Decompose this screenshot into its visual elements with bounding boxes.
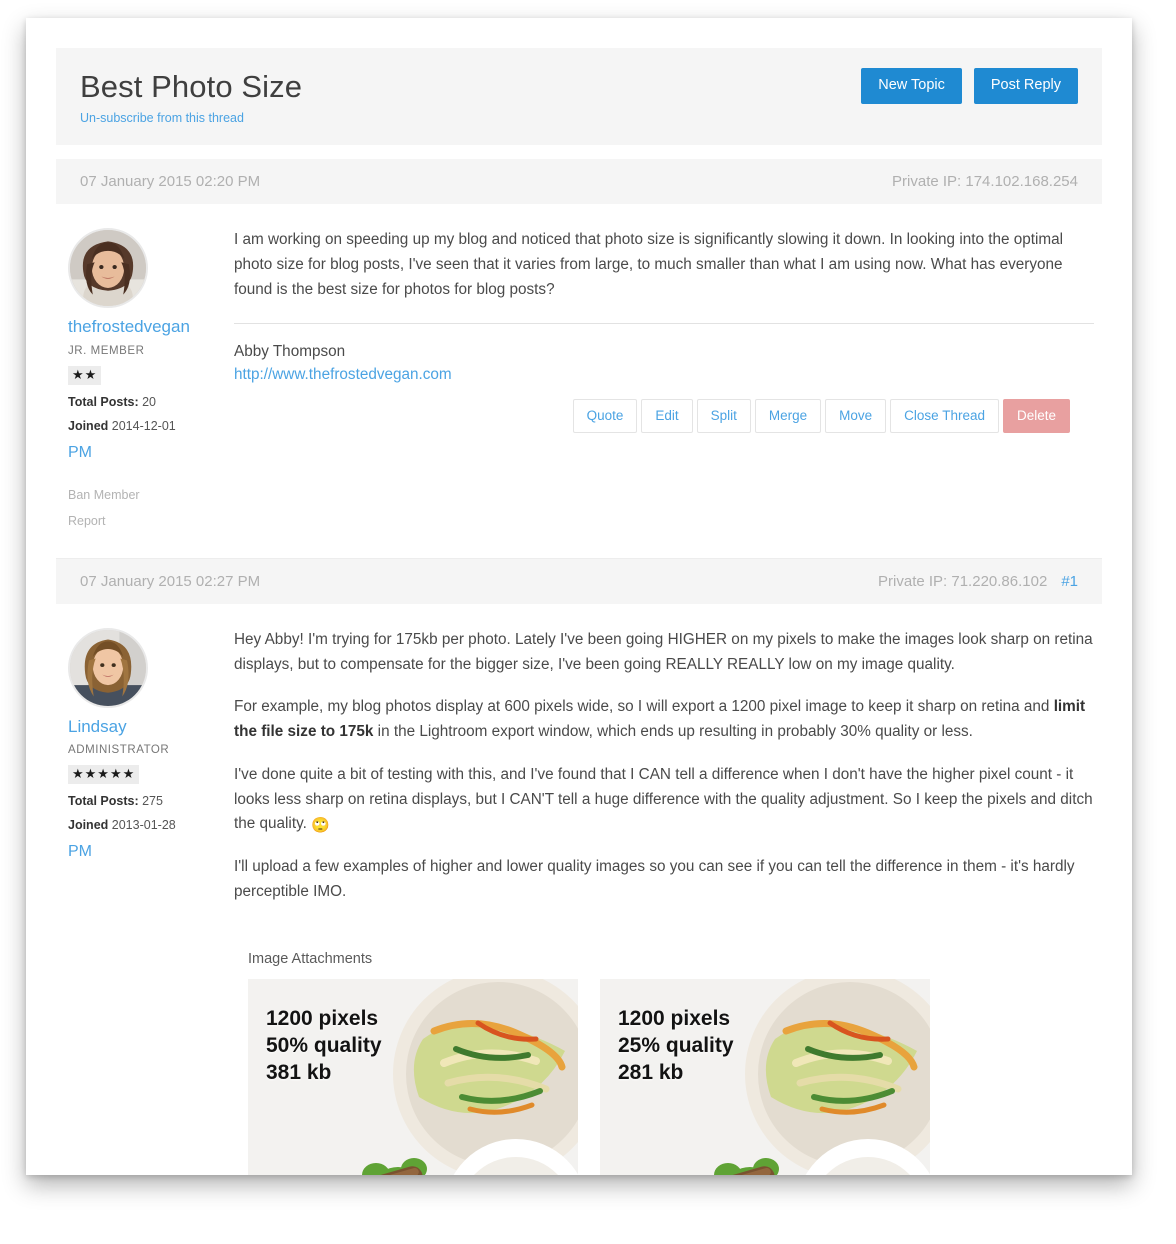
- merge-button[interactable]: Merge: [754, 399, 822, 434]
- quote-button[interactable]: Quote: [572, 399, 638, 434]
- split-button[interactable]: Split: [696, 399, 751, 434]
- avatar[interactable]: [68, 627, 148, 708]
- author-total-posts: Total Posts: 275: [68, 794, 226, 808]
- signature-name: Abby Thompson: [234, 342, 346, 360]
- unsubscribe-link[interactable]: Un-subscribe from this thread: [80, 111, 244, 125]
- joined-label: Joined: [68, 818, 109, 833]
- post-content: Hey Abby! I'm trying for 175kb per photo…: [226, 628, 1102, 1175]
- post-ip-address: Private IP: 71.220.86.102: [878, 572, 1048, 590]
- attachment-caption: 1200 pixels 25% quality 281 kb: [618, 1006, 734, 1085]
- post-paragraph: I've done quite a bit of testing with th…: [234, 763, 1094, 837]
- page-root: Best Photo Size Un-subscribe from this t…: [0, 0, 1176, 1244]
- total-posts-value: 20: [142, 394, 156, 409]
- post-paragraph: For example, my blog photos display at 6…: [234, 695, 1094, 745]
- delete-button[interactable]: Delete: [1002, 399, 1070, 434]
- image-attachments-label: Image Attachments: [248, 950, 373, 967]
- thread-header: Best Photo Size Un-subscribe from this t…: [56, 48, 1102, 146]
- rolling-eyes-emoji-icon: 🙄: [311, 817, 330, 835]
- post-timestamp: 07 January 2015 02:27 PM: [80, 572, 261, 590]
- total-posts-value: 275: [142, 794, 163, 809]
- joined-value: 2014-12-01: [111, 418, 176, 433]
- edit-button[interactable]: Edit: [641, 399, 693, 434]
- post-ip-address: Private IP: 174.102.168.254: [892, 173, 1078, 191]
- author-star-rating: ★★: [68, 365, 102, 385]
- report-link[interactable]: Report: [68, 514, 226, 528]
- post-author-sidebar: Lindsay ADMINISTRATOR ★★★★★ Total Posts:…: [56, 627, 226, 1175]
- image-attachments-row: 1200 pixels 50% quality 381 kb 1200 pixe…: [248, 978, 1094, 1175]
- post-meta-bar: 07 January 2015 02:27 PM Private IP: 71.…: [56, 557, 1102, 604]
- author-username-link[interactable]: Lindsay: [68, 717, 226, 737]
- joined-label: Joined: [68, 418, 109, 433]
- post-meta-bar: 07 January 2015 02:20 PM Private IP: 174…: [56, 159, 1102, 205]
- total-posts-label: Total Posts:: [68, 394, 139, 409]
- post-reply-button[interactable]: Post Reply: [973, 68, 1078, 104]
- total-posts-label: Total Posts:: [68, 794, 139, 809]
- thread-card: Best Photo Size Un-subscribe from this t…: [26, 18, 1132, 1175]
- author-total-posts: Total Posts: 20: [68, 395, 226, 409]
- post-meta-right: Private IP: 174.102.168.254: [892, 173, 1078, 190]
- post-content: I am working on speeding up my blog and …: [226, 228, 1102, 539]
- author-star-rating: ★★★★★: [68, 765, 140, 785]
- author-username-link[interactable]: thefrostedvegan: [68, 317, 226, 337]
- post-timestamp: 07 January 2015 02:20 PM: [80, 173, 261, 191]
- attachment-thumbnail[interactable]: 1200 pixels 50% quality 381 kb: [248, 978, 578, 1175]
- author-mod-links: Ban Member Report: [68, 488, 226, 528]
- author-joined: Joined 2013-01-28: [68, 818, 226, 832]
- header-actions: New Topic Post Reply: [861, 68, 1078, 104]
- post-meta-right: Private IP: 71.220.86.102 #1: [878, 573, 1078, 590]
- post-paragraph: I am working on speeding up my blog and …: [234, 231, 1064, 298]
- move-button[interactable]: Move: [825, 399, 887, 434]
- image-attachments-section: Image Attachments 1200 pixels 50% qualit…: [234, 951, 1094, 1175]
- joined-value: 2013-01-28: [111, 818, 176, 833]
- new-topic-button[interactable]: New Topic: [861, 68, 962, 104]
- author-rank: ADMINISTRATOR: [68, 744, 170, 757]
- post-author-sidebar: thefrostedvegan JR. MEMBER ★★ Total Post…: [56, 228, 226, 539]
- post-item: thefrostedvegan JR. MEMBER ★★ Total Post…: [56, 204, 1102, 540]
- paragraph-text: I've done quite a bit of testing with th…: [234, 765, 1093, 833]
- author-rank: JR. MEMBER: [68, 344, 145, 357]
- author-joined: Joined 2014-12-01: [68, 419, 226, 433]
- ban-member-link[interactable]: Ban Member: [68, 488, 226, 502]
- pm-link[interactable]: PM: [68, 444, 92, 462]
- post-anchor-link[interactable]: #1: [1061, 573, 1078, 590]
- close-thread-button[interactable]: Close Thread: [890, 399, 999, 434]
- post-item: Lindsay ADMINISTRATOR ★★★★★ Total Posts:…: [56, 603, 1102, 1175]
- attachment-caption: 1200 pixels 50% quality 381 kb: [266, 1006, 382, 1085]
- signature-url-link[interactable]: http://www.thefrostedvegan.com: [234, 363, 1094, 387]
- paragraph-text-tail: in the Lightroom export window, which en…: [373, 723, 973, 741]
- signature-divider: [234, 322, 1094, 324]
- paragraph-text-lead: For example, my blog photos display at 6…: [234, 698, 1054, 716]
- attachment-thumbnail[interactable]: 1200 pixels 25% quality 281 kb: [600, 978, 930, 1175]
- pm-link[interactable]: PM: [68, 843, 92, 861]
- post-paragraph: Hey Abby! I'm trying for 175kb per photo…: [234, 630, 1093, 673]
- thread-card-inner: Best Photo Size Un-subscribe from this t…: [56, 48, 1102, 1175]
- avatar[interactable]: [68, 228, 148, 309]
- post-paragraph: I'll upload a few examples of higher and…: [234, 858, 1075, 900]
- moderation-toolbar: Quote Edit Split Merge Move Close Thread…: [234, 387, 1094, 434]
